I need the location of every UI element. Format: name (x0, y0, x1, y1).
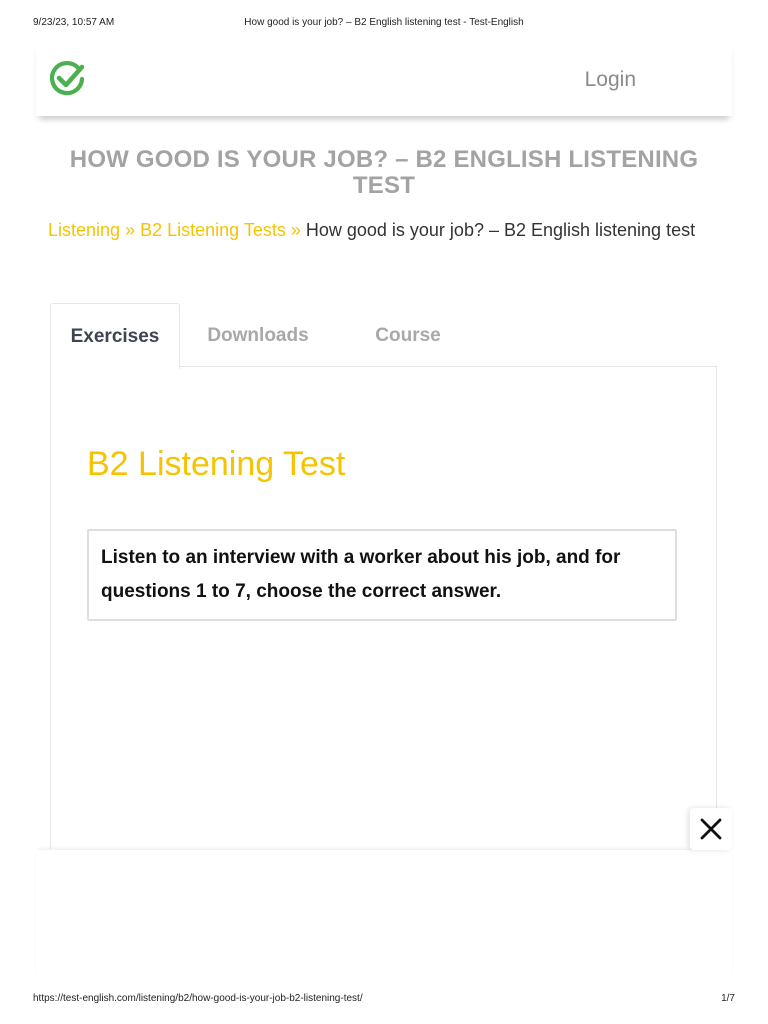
breadcrumb-listening[interactable]: Listening (48, 220, 120, 240)
breadcrumb: Listening » B2 Listening Tests » How goo… (48, 218, 728, 242)
close-icon (700, 818, 722, 840)
login-link[interactable]: Login (585, 68, 636, 92)
tab-bar: Exercises Downloads Course (50, 303, 716, 369)
print-footer: https://test-english.com/listening/b2/ho… (0, 993, 768, 1009)
breadcrumb-separator: » (285, 220, 306, 240)
tab-downloads[interactable]: Downloads (178, 303, 338, 367)
checkmark-circle-icon[interactable] (48, 60, 86, 98)
print-title: How good is your job? – B2 English liste… (244, 17, 524, 28)
tab-course[interactable]: Course (338, 303, 478, 367)
exercises-panel: B2 Listening Test Listen to an interview… (50, 366, 717, 849)
print-header: 9/23/23, 10:57 AM How good is your job? … (0, 17, 768, 33)
breadcrumb-b2-listening-tests[interactable]: B2 Listening Tests (140, 220, 286, 240)
page-title: HOW GOOD IS YOUR JOB? – B2 ENGLISH LISTE… (69, 146, 699, 199)
site-header: Login (36, 44, 732, 116)
instruction-box: Listen to an interview with a worker abo… (87, 529, 677, 621)
breadcrumb-separator: » (120, 220, 141, 240)
close-button[interactable] (690, 808, 732, 850)
panel-heading: B2 Listening Test (87, 445, 346, 483)
print-url: https://test-english.com/listening/b2/ho… (33, 993, 363, 1004)
breadcrumb-current: How good is your job? – B2 English liste… (305, 220, 696, 240)
print-page-number: 1/7 (721, 993, 735, 1004)
tab-exercises[interactable]: Exercises (50, 303, 180, 369)
bottom-ad-area (36, 850, 732, 980)
